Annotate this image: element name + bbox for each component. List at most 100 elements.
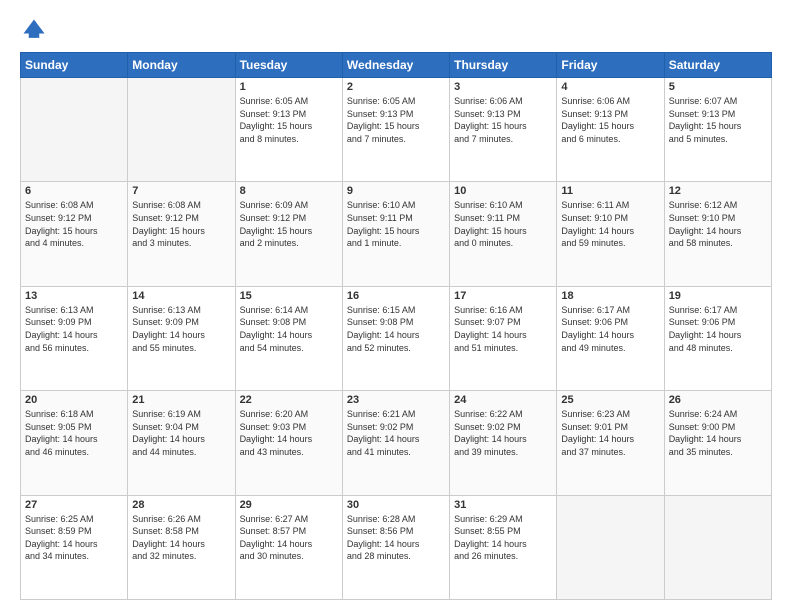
day-info: Sunrise: 6:06 AM Sunset: 9:13 PM Dayligh…	[454, 95, 552, 145]
day-info: Sunrise: 6:19 AM Sunset: 9:04 PM Dayligh…	[132, 408, 230, 458]
day-number: 13	[25, 290, 123, 302]
calendar-cell: 10 Sunrise: 6:10 AM Sunset: 9:11 PM Dayli…	[450, 182, 557, 286]
calendar-cell: 28 Sunrise: 6:26 AM Sunset: 8:58 PM Dayli…	[128, 495, 235, 599]
calendar-week-row: 1 Sunrise: 6:05 AM Sunset: 9:13 PM Daylig…	[21, 78, 772, 182]
calendar-cell: 13 Sunrise: 6:13 AM Sunset: 9:09 PM Dayli…	[21, 286, 128, 390]
calendar-cell: 5 Sunrise: 6:07 AM Sunset: 9:13 PM Daylig…	[664, 78, 771, 182]
day-info: Sunrise: 6:09 AM Sunset: 9:12 PM Dayligh…	[240, 199, 338, 249]
day-info: Sunrise: 6:16 AM Sunset: 9:07 PM Dayligh…	[454, 304, 552, 354]
day-info: Sunrise: 6:11 AM Sunset: 9:10 PM Dayligh…	[561, 199, 659, 249]
day-number: 10	[454, 185, 552, 197]
calendar-cell: 2 Sunrise: 6:05 AM Sunset: 9:13 PM Daylig…	[342, 78, 449, 182]
weekday-header: Friday	[557, 53, 664, 78]
calendar-cell: 16 Sunrise: 6:15 AM Sunset: 9:08 PM Dayli…	[342, 286, 449, 390]
day-info: Sunrise: 6:07 AM Sunset: 9:13 PM Dayligh…	[669, 95, 767, 145]
calendar-cell: 17Sunrise: 6:16 AM Sunset: 9:07 PM Dayli…	[450, 286, 557, 390]
calendar-cell: 14 Sunrise: 6:13 AM Sunset: 9:09 PM Dayli…	[128, 286, 235, 390]
day-number: 12	[669, 185, 767, 197]
calendar-cell	[557, 495, 664, 599]
day-info: Sunrise: 6:05 AM Sunset: 9:13 PM Dayligh…	[347, 95, 445, 145]
day-number: 7	[132, 185, 230, 197]
calendar-cell: 19 Sunrise: 6:17 AM Sunset: 9:06 PM Dayli…	[664, 286, 771, 390]
calendar-cell: 29Sunrise: 6:27 AM Sunset: 8:57 PM Dayli…	[235, 495, 342, 599]
day-number: 20	[25, 394, 123, 406]
day-number: 18	[561, 290, 659, 302]
day-number: 19	[669, 290, 767, 302]
header	[20, 16, 772, 44]
day-number: 14	[132, 290, 230, 302]
day-info: Sunrise: 6:17 AM Sunset: 9:06 PM Dayligh…	[669, 304, 767, 354]
calendar-cell: 8Sunrise: 6:09 AM Sunset: 9:12 PM Daylig…	[235, 182, 342, 286]
calendar-cell: 30 Sunrise: 6:28 AM Sunset: 8:56 PM Dayli…	[342, 495, 449, 599]
day-info: Sunrise: 6:21 AM Sunset: 9:02 PM Dayligh…	[347, 408, 445, 458]
calendar-cell: 23 Sunrise: 6:21 AM Sunset: 9:02 PM Dayli…	[342, 391, 449, 495]
day-number: 5	[669, 81, 767, 93]
calendar-header-row: SundayMondayTuesdayWednesdayThursdayFrid…	[21, 53, 772, 78]
calendar-cell: 4 Sunrise: 6:06 AM Sunset: 9:13 PM Daylig…	[557, 78, 664, 182]
day-info: Sunrise: 6:27 AM Sunset: 8:57 PM Dayligh…	[240, 513, 338, 563]
day-info: Sunrise: 6:14 AM Sunset: 9:08 PM Dayligh…	[240, 304, 338, 354]
calendar-cell	[21, 78, 128, 182]
calendar-cell	[664, 495, 771, 599]
weekday-header: Tuesday	[235, 53, 342, 78]
calendar-cell: 11Sunrise: 6:11 AM Sunset: 9:10 PM Dayli…	[557, 182, 664, 286]
day-number: 28	[132, 499, 230, 511]
calendar-cell: 24 Sunrise: 6:22 AM Sunset: 9:02 PM Dayli…	[450, 391, 557, 495]
calendar-cell: 18 Sunrise: 6:17 AM Sunset: 9:06 PM Dayli…	[557, 286, 664, 390]
day-number: 30	[347, 499, 445, 511]
day-number: 24	[454, 394, 552, 406]
day-number: 31	[454, 499, 552, 511]
day-info: Sunrise: 6:10 AM Sunset: 9:11 PM Dayligh…	[454, 199, 552, 249]
day-number: 25	[561, 394, 659, 406]
calendar-cell: 1 Sunrise: 6:05 AM Sunset: 9:13 PM Daylig…	[235, 78, 342, 182]
day-info: Sunrise: 6:12 AM Sunset: 9:10 PM Dayligh…	[669, 199, 767, 249]
calendar-cell: 12 Sunrise: 6:12 AM Sunset: 9:10 PM Dayli…	[664, 182, 771, 286]
calendar-week-row: 20 Sunrise: 6:18 AM Sunset: 9:05 PM Dayli…	[21, 391, 772, 495]
day-number: 4	[561, 81, 659, 93]
calendar-cell: 27 Sunrise: 6:25 AM Sunset: 8:59 PM Dayli…	[21, 495, 128, 599]
day-info: Sunrise: 6:17 AM Sunset: 9:06 PM Dayligh…	[561, 304, 659, 354]
calendar-cell: 22 Sunrise: 6:20 AM Sunset: 9:03 PM Dayli…	[235, 391, 342, 495]
day-number: 23	[347, 394, 445, 406]
day-info: Sunrise: 6:15 AM Sunset: 9:08 PM Dayligh…	[347, 304, 445, 354]
day-number: 1	[240, 81, 338, 93]
calendar-week-row: 27 Sunrise: 6:25 AM Sunset: 8:59 PM Dayli…	[21, 495, 772, 599]
calendar-week-row: 13 Sunrise: 6:13 AM Sunset: 9:09 PM Dayli…	[21, 286, 772, 390]
calendar-cell: 21 Sunrise: 6:19 AM Sunset: 9:04 PM Dayli…	[128, 391, 235, 495]
day-info: Sunrise: 6:05 AM Sunset: 9:13 PM Dayligh…	[240, 95, 338, 145]
day-info: Sunrise: 6:06 AM Sunset: 9:13 PM Dayligh…	[561, 95, 659, 145]
day-info: Sunrise: 6:22 AM Sunset: 9:02 PM Dayligh…	[454, 408, 552, 458]
calendar-cell: 6Sunrise: 6:08 AM Sunset: 9:12 PM Daylig…	[21, 182, 128, 286]
day-info: Sunrise: 6:25 AM Sunset: 8:59 PM Dayligh…	[25, 513, 123, 563]
day-number: 2	[347, 81, 445, 93]
day-info: Sunrise: 6:08 AM Sunset: 9:12 PM Dayligh…	[25, 199, 123, 249]
day-info: Sunrise: 6:13 AM Sunset: 9:09 PM Dayligh…	[25, 304, 123, 354]
day-number: 22	[240, 394, 338, 406]
day-info: Sunrise: 6:13 AM Sunset: 9:09 PM Dayligh…	[132, 304, 230, 354]
day-info: Sunrise: 6:28 AM Sunset: 8:56 PM Dayligh…	[347, 513, 445, 563]
logo-icon	[20, 16, 48, 44]
calendar-cell: 3Sunrise: 6:06 AM Sunset: 9:13 PM Daylig…	[450, 78, 557, 182]
day-info: Sunrise: 6:23 AM Sunset: 9:01 PM Dayligh…	[561, 408, 659, 458]
day-info: Sunrise: 6:18 AM Sunset: 9:05 PM Dayligh…	[25, 408, 123, 458]
day-number: 26	[669, 394, 767, 406]
day-number: 27	[25, 499, 123, 511]
calendar-table: SundayMondayTuesdayWednesdayThursdayFrid…	[20, 52, 772, 600]
day-number: 16	[347, 290, 445, 302]
day-info: Sunrise: 6:29 AM Sunset: 8:55 PM Dayligh…	[454, 513, 552, 563]
day-info: Sunrise: 6:20 AM Sunset: 9:03 PM Dayligh…	[240, 408, 338, 458]
calendar-cell: 31 Sunrise: 6:29 AM Sunset: 8:55 PM Dayli…	[450, 495, 557, 599]
day-number: 9	[347, 185, 445, 197]
day-info: Sunrise: 6:08 AM Sunset: 9:12 PM Dayligh…	[132, 199, 230, 249]
calendar-cell: 7 Sunrise: 6:08 AM Sunset: 9:12 PM Daylig…	[128, 182, 235, 286]
day-number: 15	[240, 290, 338, 302]
weekday-header: Saturday	[664, 53, 771, 78]
calendar-cell: 20 Sunrise: 6:18 AM Sunset: 9:05 PM Dayli…	[21, 391, 128, 495]
calendar-cell: 26 Sunrise: 6:24 AM Sunset: 9:00 PM Dayli…	[664, 391, 771, 495]
page: SundayMondayTuesdayWednesdayThursdayFrid…	[0, 0, 792, 612]
day-info: Sunrise: 6:24 AM Sunset: 9:00 PM Dayligh…	[669, 408, 767, 458]
weekday-header: Thursday	[450, 53, 557, 78]
weekday-header: Monday	[128, 53, 235, 78]
day-number: 21	[132, 394, 230, 406]
day-info: Sunrise: 6:26 AM Sunset: 8:58 PM Dayligh…	[132, 513, 230, 563]
